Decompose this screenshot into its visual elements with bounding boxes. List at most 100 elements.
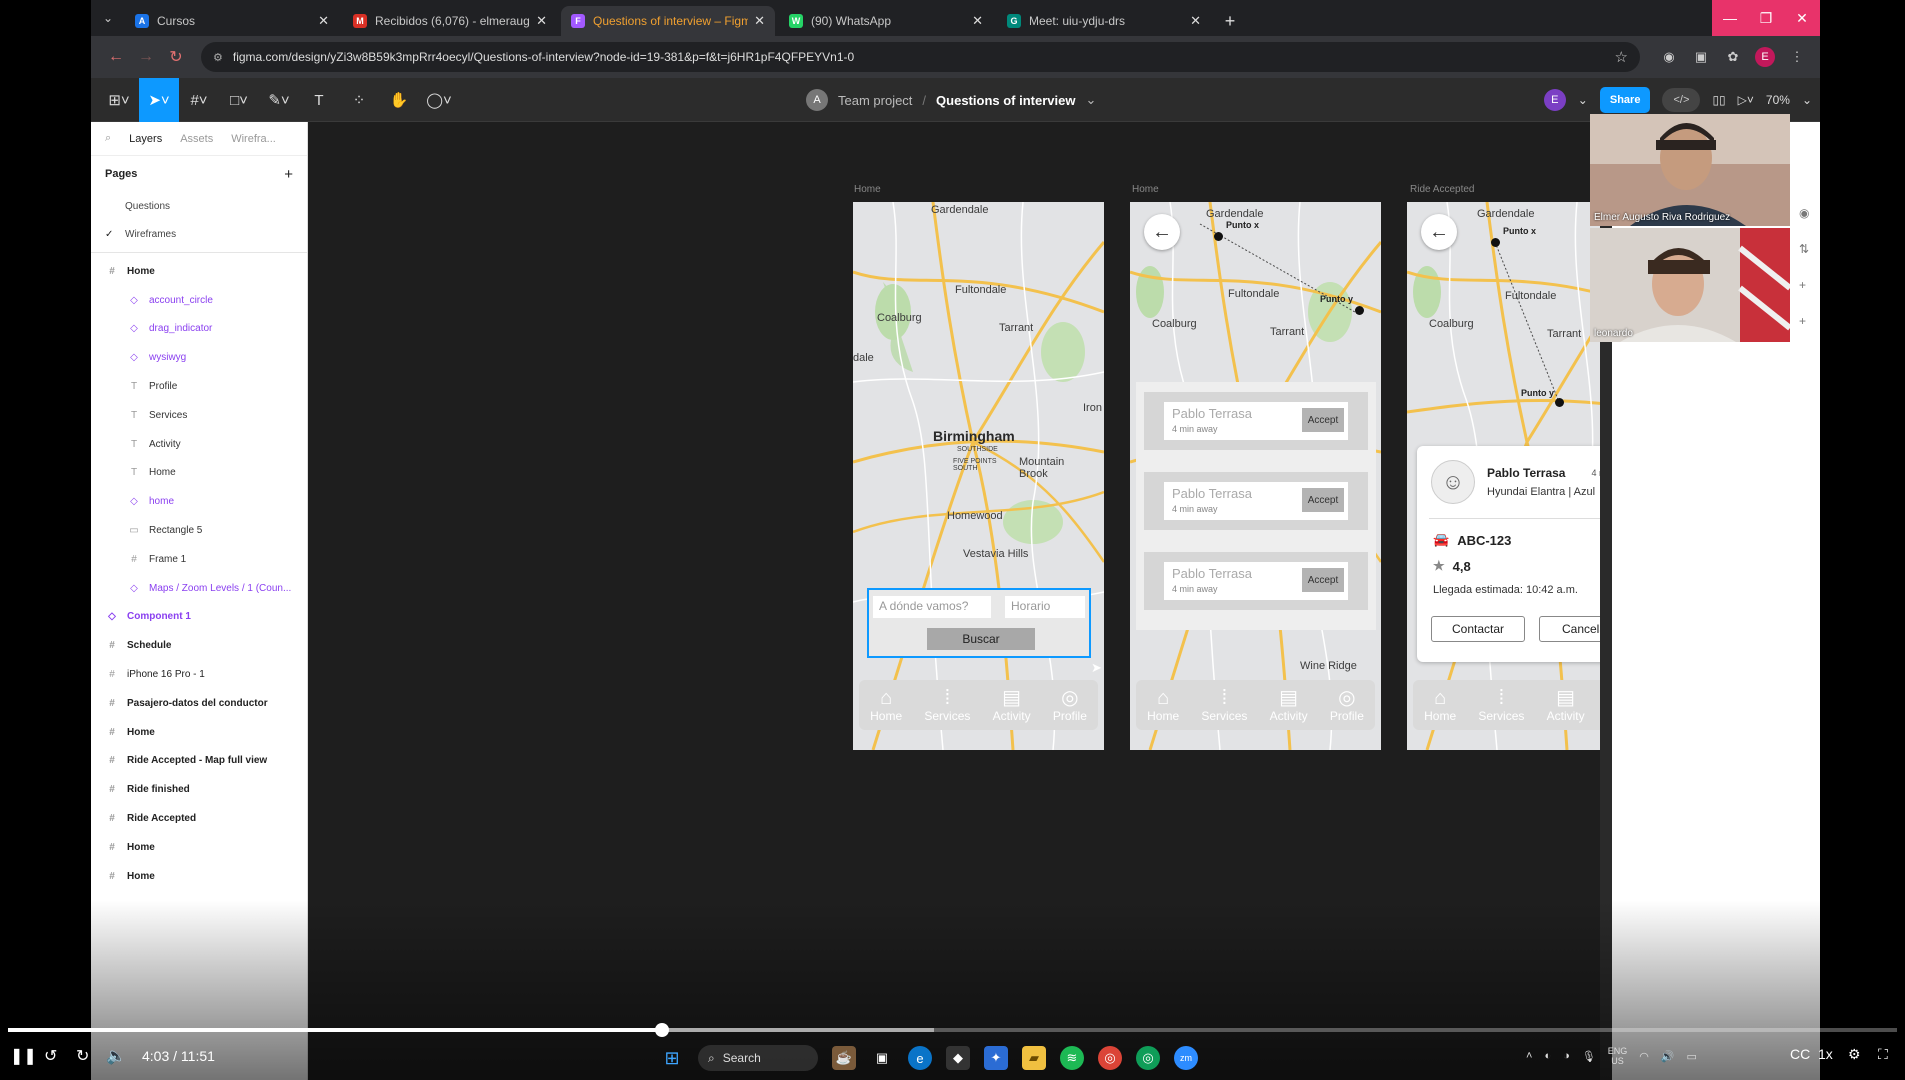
back-arrow-icon[interactable]: ←: [1421, 214, 1457, 250]
add-icon[interactable]: +: [1799, 278, 1806, 292]
layer-row[interactable]: T Services: [91, 401, 307, 430]
volume-icon[interactable]: 🔈: [106, 1044, 126, 1068]
search-icon[interactable]: ⌕: [105, 132, 111, 145]
layer-row[interactable]: T Profile: [91, 372, 307, 401]
frame-home-offers[interactable]: Gardendale Fultondale Coalburg Tarrant W…: [1130, 202, 1381, 750]
browser-tab[interactable]: M Recibidos (6,076) - elmerauguste ✕: [343, 6, 557, 36]
chevron-down-icon[interactable]: ⌄: [1578, 93, 1588, 107]
nav-services[interactable]: ⁞ Services: [924, 687, 970, 723]
accept-button[interactable]: Accept: [1302, 568, 1344, 592]
frame-ride-accepted[interactable]: Gardendale Fultondale Coalburg Tarrant W…: [1407, 202, 1600, 750]
layer-row[interactable]: ◇ account_circle: [91, 286, 307, 315]
file-name[interactable]: Questions of interview: [936, 93, 1075, 108]
settings-gear-icon[interactable]: ⚙: [1848, 1046, 1861, 1063]
back-arrow-icon[interactable]: ←: [1144, 214, 1180, 250]
task-view-icon[interactable]: ▣: [870, 1046, 894, 1070]
minimize-icon[interactable]: —: [1712, 0, 1748, 36]
browser-tab[interactable]: G Meet: uiu-ydju-drs ✕: [997, 6, 1211, 36]
forward-arrow-icon[interactable]: →: [131, 48, 161, 66]
copilot-icon[interactable]: ✦: [984, 1046, 1008, 1070]
browser-tab[interactable]: F Questions of interview – Figma ✕: [561, 6, 775, 36]
layer-row[interactable]: # Schedule: [91, 631, 307, 660]
layer-row[interactable]: # Ride finished: [91, 775, 307, 804]
present-icon[interactable]: ▷˅: [1738, 93, 1754, 107]
contact-button[interactable]: Contactar: [1431, 616, 1525, 642]
nav-activity[interactable]: ▤ Activity: [1547, 687, 1585, 723]
pen-tool-icon[interactable]: ✎˅: [259, 78, 299, 122]
adjust-icon[interactable]: ⇅: [1799, 242, 1809, 256]
hand-tool-icon[interactable]: ✋: [379, 78, 419, 122]
close-tab-icon[interactable]: ✕: [754, 13, 765, 29]
file-explorer-icon[interactable]: ▰: [1022, 1046, 1046, 1070]
frame-label[interactable]: Home: [1132, 184, 1159, 195]
nav-activity[interactable]: ▤ Activity: [993, 687, 1031, 723]
new-tab-icon[interactable]: +: [1215, 6, 1245, 36]
forward-10-icon[interactable]: ↻: [76, 1044, 89, 1068]
speaker-icon[interactable]: 🔊: [1661, 1050, 1675, 1063]
dev-mode-toggle[interactable]: </>: [1662, 88, 1701, 112]
back-arrow-icon[interactable]: ←: [101, 48, 131, 66]
widgets-icon[interactable]: ☕: [832, 1046, 856, 1070]
tab-assets[interactable]: Assets: [180, 133, 213, 145]
tab-search-icon[interactable]: ⌄: [91, 0, 125, 36]
url-field[interactable]: ⚙ figma.com/design/yZi3w8B59k3mpRrr4oecy…: [201, 42, 1640, 72]
library-icon[interactable]: ▯▯: [1712, 93, 1725, 107]
battery-icon[interactable]: ▭: [1687, 1050, 1697, 1063]
puzzle-icon[interactable]: ✿: [1720, 44, 1746, 70]
layer-row[interactable]: # Ride Accepted - Map full view: [91, 747, 307, 776]
layer-row[interactable]: # Frame 1: [91, 545, 307, 574]
nav-services[interactable]: ⁞ Services: [1478, 687, 1524, 723]
windows-start-icon[interactable]: ⊞: [660, 1046, 684, 1070]
edge-icon[interactable]: e: [908, 1046, 932, 1070]
pause-icon[interactable]: ❚❚: [10, 1044, 37, 1068]
bookmark-star-icon[interactable]: ☆: [1615, 48, 1628, 66]
zoom-app-icon[interactable]: zm: [1174, 1046, 1198, 1070]
layer-row[interactable]: ◇ Maps / Zoom Levels / 1 (Coun...: [91, 574, 307, 603]
nav-profile[interactable]: ◎ Profile: [1053, 687, 1087, 723]
text-tool-icon[interactable]: T: [299, 78, 339, 122]
add-icon[interactable]: +: [1799, 314, 1806, 328]
accept-button[interactable]: Accept: [1302, 488, 1344, 512]
language-indicator[interactable]: ENG US: [1608, 1046, 1628, 1066]
add-page-icon[interactable]: +: [284, 166, 293, 183]
zoom-level[interactable]: 70%: [1766, 93, 1790, 107]
shape-tool-icon[interactable]: □˅: [219, 78, 259, 122]
layer-row[interactable]: ◇ Component 1: [91, 603, 307, 632]
time-input[interactable]: Horario: [1005, 596, 1085, 618]
rewind-10-icon[interactable]: ↺: [44, 1044, 57, 1068]
user-avatar[interactable]: E: [1543, 89, 1566, 111]
progress-bar[interactable]: [8, 1023, 1897, 1037]
layer-row[interactable]: # Home: [91, 257, 307, 286]
layer-row[interactable]: ◇ wysiwyg: [91, 343, 307, 372]
layer-row[interactable]: ▭ Rectangle 5: [91, 516, 307, 545]
team-name[interactable]: Team project: [838, 93, 912, 108]
close-tab-icon[interactable]: ✕: [318, 13, 329, 29]
frame-label[interactable]: Home: [854, 184, 881, 195]
close-tab-icon[interactable]: ✕: [972, 13, 983, 29]
translate-icon[interactable]: ▣: [1688, 44, 1714, 70]
frame-tool-icon[interactable]: #˅: [179, 78, 219, 122]
close-tab-icon[interactable]: ✕: [536, 13, 547, 29]
layer-row[interactable]: ◇ home: [91, 487, 307, 516]
frame-label[interactable]: Ride Accepted: [1410, 184, 1475, 195]
close-window-icon[interactable]: ✕: [1784, 0, 1820, 36]
chrome-icon[interactable]: ◎: [1098, 1046, 1122, 1070]
layer-row[interactable]: # Ride Accepted: [91, 804, 307, 833]
taskbar-search[interactable]: ⌕ Search: [698, 1045, 818, 1071]
browser-tab[interactable]: W (90) WhatsApp ✕: [779, 6, 993, 36]
site-info-icon[interactable]: ⚙: [213, 51, 223, 64]
chevron-up-icon[interactable]: ˄: [1526, 1050, 1532, 1062]
playback-speed[interactable]: 1x: [1818, 1046, 1833, 1062]
tray-app-icon[interactable]: ◑: [1563, 1050, 1570, 1062]
nav-home[interactable]: ⌂ Home: [1424, 687, 1456, 723]
extension-icon[interactable]: ◉: [1656, 44, 1682, 70]
chrome-profile-icon[interactable]: ◎: [1136, 1046, 1160, 1070]
kebab-menu-icon[interactable]: ⋮: [1784, 44, 1810, 70]
app-icon[interactable]: ◆: [946, 1046, 970, 1070]
layer-row[interactable]: ◇ drag_indicator: [91, 315, 307, 344]
page-item[interactable]: ✓ Wireframes: [91, 220, 307, 248]
frame-home-search[interactable]: Gardendale Fultondale Coalburg Tarrant d…: [853, 202, 1104, 750]
chevron-down-icon[interactable]: ⌄: [1802, 93, 1812, 107]
layer-row[interactable]: # Home: [91, 862, 307, 891]
layer-row[interactable]: # Pasajero-datos del conductor: [91, 689, 307, 718]
